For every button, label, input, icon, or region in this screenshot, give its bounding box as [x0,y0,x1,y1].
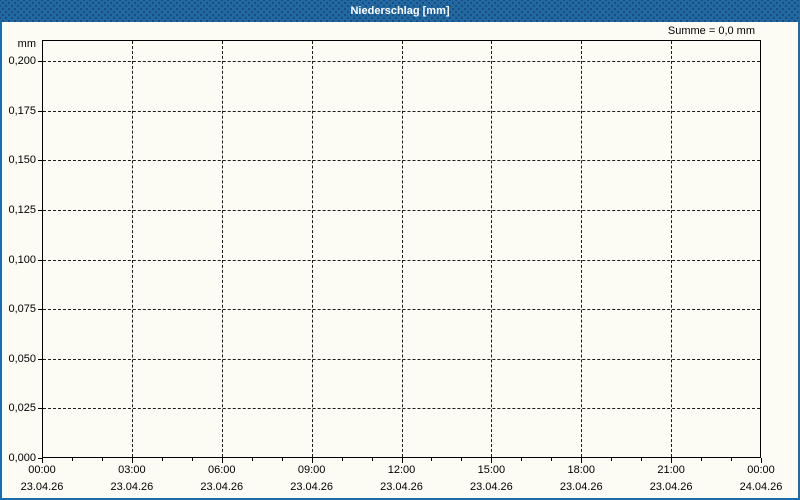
x-tick-time-label: 18:00 [567,464,596,476]
x-tick-minor [461,458,463,461]
y-tick-label: 0,000 [8,452,36,464]
x-tick-major [42,458,43,463]
y-tick-label: 0,075 [8,303,36,316]
y-tick-label: 0,200 [8,55,36,67]
y-tick-label: 0,175 [8,104,36,117]
v-gridline [131,41,133,457]
x-tick-major [221,458,223,463]
x-tick-minor [161,458,163,461]
plot-area [42,40,761,458]
x-tick-minor [281,458,283,461]
x-tick-minor [551,458,553,461]
x-tick-date-label: 23.04.26 [469,481,513,493]
v-gridline [401,41,403,457]
y-tick [38,259,42,261]
x-tick-minor [371,458,373,461]
y-tick [38,408,42,410]
x-tick-date-label: 23.04.26 [290,481,334,493]
y-tick [38,358,42,360]
x-tick-date-label: 24.04.26 [739,481,783,493]
v-gridline [491,41,493,457]
x-tick-date-label: 23.04.26 [200,481,244,493]
x-tick-date-label: 23.04.26 [380,481,423,493]
x-tick-date-label: 23.04.26 [649,481,693,493]
y-tick [38,160,42,162]
x-tick-minor [521,458,523,461]
v-gridline [671,41,673,457]
y-tick-label: 0,150 [8,154,36,167]
x-tick-time-label: 15:00 [477,464,506,476]
window-title: Niederschlag [mm] [350,5,450,17]
x-tick-time-label: 00:00 [28,464,56,476]
v-gridline [311,41,313,457]
x-tick-time-label: 12:00 [387,464,416,476]
x-tick-minor [431,458,433,461]
sum-annotation: Summe = 0,0 mm [667,25,755,37]
x-tick-time-label: 09:00 [297,464,326,476]
y-tick-label: 0,125 [8,203,36,216]
x-tick-minor [71,458,73,461]
y-axis-unit-label: mm [17,38,36,50]
x-tick-major [671,458,673,463]
x-tick-time-label: 03:00 [118,464,146,476]
window-titlebar: Niederschlag [mm] [0,0,800,22]
x-tick-minor [641,458,643,461]
x-tick-major [401,458,403,463]
x-tick-date-label: 23.04.26 [110,481,154,493]
x-tick-minor [731,458,733,461]
x-tick-time-label: 21:00 [657,464,685,476]
x-tick-major [131,458,133,463]
x-tick-date-label: 23.04.26 [559,481,603,493]
y-tick-label: 0,100 [8,253,36,266]
chart-body: Summe = 0,0 mm mm 0,200 0,175 0,150 0,125 0,… [2,22,798,498]
y-tick-label: 0,025 [8,402,36,415]
x-tick-minor [101,458,103,461]
x-tick-major [311,458,313,463]
y-tick [38,209,42,211]
x-tick-major [581,458,583,463]
x-tick-time-label: 06:00 [207,464,236,476]
x-tick-minor [341,458,343,461]
y-tick [38,61,42,62]
x-tick-date-label: 23.04.26 [20,481,64,493]
chart-window: Niederschlag [mm] Summe = 0,0 mm mm 0,20… [0,0,800,500]
v-gridline [221,41,223,457]
x-tick-major [761,458,762,463]
x-tick-major [491,458,493,463]
x-tick-minor [611,458,613,461]
y-tick-label: 0,050 [8,352,36,365]
y-tick [38,110,42,112]
y-tick [38,309,42,311]
v-gridline [581,41,583,457]
x-tick-minor [191,458,193,461]
x-tick-minor [251,458,253,461]
x-tick-minor [701,458,703,461]
x-tick-time-label: 00:00 [747,464,775,476]
